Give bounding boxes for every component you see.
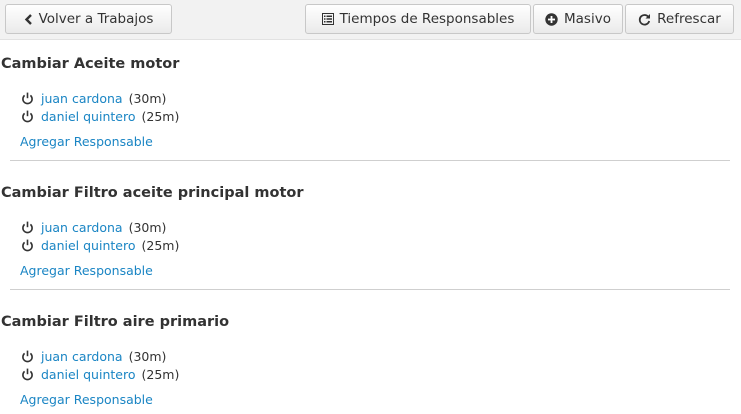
responsables-times-button[interactable]: Tiempos de Responsables xyxy=(305,4,531,34)
add-responsable-link[interactable]: Agregar Responsable xyxy=(20,392,153,407)
list-icon xyxy=(321,13,334,25)
responsable-row: juan cardona (30m) xyxy=(21,347,166,365)
responsable-duration: (30m) xyxy=(128,348,167,364)
responsable-row: juan cardona (30m) xyxy=(21,89,166,107)
back-to-jobs-button[interactable]: Volver a Trabajos xyxy=(5,4,172,34)
responsable-name-link[interactable]: daniel quintero xyxy=(41,238,135,253)
responsable-row: daniel quintero (25m) xyxy=(21,236,179,254)
responsable-row: juan cardona (30m) xyxy=(21,218,166,236)
responsables-times-label: Tiempos de Responsables xyxy=(339,11,515,27)
power-icon[interactable] xyxy=(21,239,34,252)
plus-circle-icon xyxy=(545,12,558,26)
add-responsable-link[interactable]: Agregar Responsable xyxy=(20,263,153,278)
massive-button[interactable]: Masivo xyxy=(533,4,623,34)
task-title: Cambiar Filtro aceite principal motor xyxy=(1,185,304,201)
responsable-name-link[interactable]: juan cardona xyxy=(41,349,123,364)
responsable-duration: (25m) xyxy=(141,237,180,253)
task-title: Cambiar Aceite motor xyxy=(1,56,180,72)
task-divider xyxy=(10,289,730,290)
task-title: Cambiar Filtro aire primario xyxy=(1,314,230,330)
power-icon[interactable] xyxy=(21,110,34,123)
refresh-icon xyxy=(638,13,651,26)
refresh-button[interactable]: Refrescar xyxy=(625,4,734,34)
power-icon[interactable] xyxy=(21,350,34,363)
add-responsable-link[interactable]: Agregar Responsable xyxy=(20,134,153,149)
responsable-name-link[interactable]: daniel quintero xyxy=(41,109,135,124)
responsable-row: daniel quintero (25m) xyxy=(21,365,179,383)
power-icon[interactable] xyxy=(21,368,34,381)
task-divider xyxy=(10,160,730,161)
responsable-duration: (30m) xyxy=(128,219,167,235)
chevron-left-icon xyxy=(24,13,33,25)
responsable-duration: (30m) xyxy=(128,90,167,106)
responsable-duration: (25m) xyxy=(141,108,180,124)
back-to-jobs-label: Volver a Trabajos xyxy=(38,11,154,27)
power-icon[interactable] xyxy=(21,92,34,105)
responsable-name-link[interactable]: juan cardona xyxy=(41,91,123,106)
power-icon[interactable] xyxy=(21,221,34,234)
responsable-name-link[interactable]: daniel quintero xyxy=(41,367,135,382)
responsable-name-link[interactable]: juan cardona xyxy=(41,220,123,235)
responsable-duration: (25m) xyxy=(141,366,180,382)
refresh-label: Refrescar xyxy=(657,11,721,27)
massive-label: Masivo xyxy=(564,11,611,27)
responsable-row: daniel quintero (25m) xyxy=(21,107,179,125)
toolbar: Volver a Trabajos Tiempos de Responsable… xyxy=(0,0,741,40)
